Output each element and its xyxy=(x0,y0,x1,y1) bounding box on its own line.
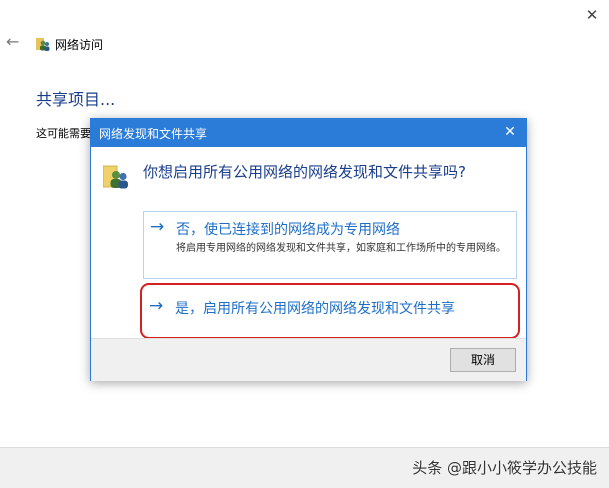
back-arrow-icon[interactable]: ← xyxy=(6,34,22,50)
network-users-icon xyxy=(103,165,128,189)
dialog-question: 你想启用所有公用网络的网络发现和文件共享吗? xyxy=(143,163,466,181)
network-discovery-dialog: 网络发现和文件共享 ✕ 你想启用所有公用网络的网络发现和文件共享吗? → 否，使… xyxy=(90,118,527,381)
option-no-label: 否，使已连接到的网络成为专用网络 xyxy=(176,222,400,238)
option-no-button[interactable]: → 否，使已连接到的网络成为专用网络 将启用专用网络的网络发现和文件共享，如家庭… xyxy=(143,211,517,279)
window-title: 网络访问 xyxy=(55,38,104,52)
network-users-icon xyxy=(36,38,50,51)
dialog-footer: 取消 xyxy=(91,338,526,381)
dialog-close-button[interactable]: ✕ xyxy=(500,122,520,142)
window-close-button[interactable]: ✕ xyxy=(581,4,603,26)
option-no-description: 将启用专用网络的网络发现和文件共享，如家庭和工作场所中的专用网络。 xyxy=(176,243,506,254)
watermark: 头条 @跟小小筱学办公技能 xyxy=(412,459,597,477)
page-heading: 共享项目... xyxy=(36,90,116,109)
cancel-button[interactable]: 取消 xyxy=(450,348,516,372)
body-text: 这可能需要 xyxy=(36,127,91,140)
option-no-arrow-icon: → xyxy=(150,217,165,237)
dialog-titlebar: 网络发现和文件共享 ✕ xyxy=(91,119,526,147)
highlight-ring xyxy=(140,283,520,339)
dialog-title: 网络发现和文件共享 xyxy=(99,127,208,141)
